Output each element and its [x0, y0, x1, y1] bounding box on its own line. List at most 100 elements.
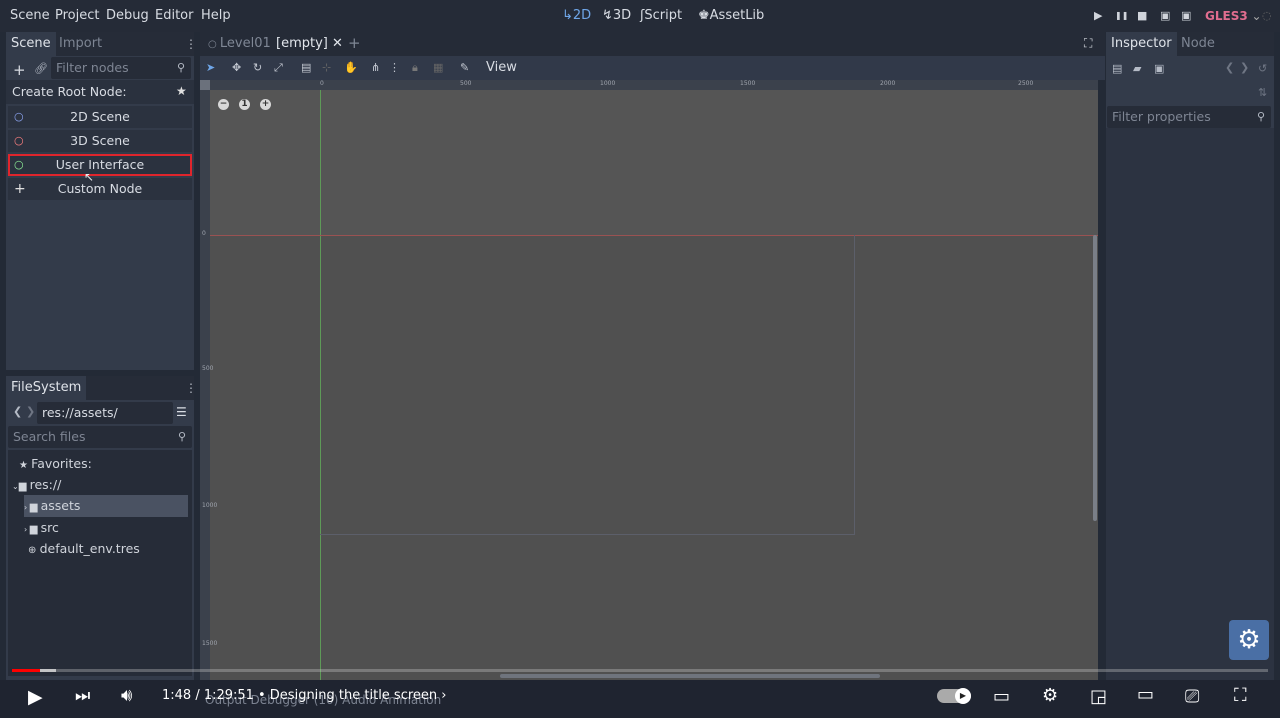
filter-nodes-input[interactable]: Filter nodes ⚲: [51, 57, 191, 79]
volume-icon[interactable]: 🔊︎: [121, 685, 132, 706]
link-icon[interactable]: 🔗︎: [34, 62, 48, 75]
rotate-tool-icon[interactable]: ↻: [253, 61, 262, 74]
zoom-in-icon[interactable]: +: [260, 99, 271, 110]
menu-help[interactable]: Help: [201, 8, 231, 23]
history-back-icon[interactable]: ❮: [1225, 61, 1234, 74]
open-folder-icon[interactable]: ▰: [1133, 62, 1141, 75]
scene-dock: Scene Import ⋮ + 🔗︎ Filter nodes ⚲ Creat…: [6, 32, 197, 370]
new-resource-icon[interactable]: ▤: [1112, 62, 1122, 75]
menu-project[interactable]: Project: [55, 8, 99, 23]
close-icon[interactable]: ✕: [332, 36, 343, 51]
autoplay-toggle[interactable]: ▶: [937, 688, 971, 704]
play-icon[interactable]: ▶: [1094, 9, 1102, 22]
history-forward-icon[interactable]: ❯: [1240, 61, 1249, 74]
list-tool-icon[interactable]: ▤: [301, 61, 311, 74]
distraction-free-icon[interactable]: ⛶: [1084, 36, 1092, 51]
new-tab-plus-icon[interactable]: +: [348, 34, 361, 52]
subtitles-icon[interactable]: ▭: [993, 686, 1010, 707]
group-icon[interactable]: ▦: [433, 61, 443, 74]
move-tool-icon[interactable]: ✥: [232, 61, 241, 74]
theater-mode-icon[interactable]: ▭: [1137, 684, 1154, 705]
canvas-viewport[interactable]: 0 500 1000 1500 2000 2500 0 500 1000 150…: [200, 80, 1098, 680]
scale-tool-icon[interactable]: ⤢: [274, 61, 283, 75]
workspace-3d[interactable]: ↯3D: [602, 8, 631, 23]
tab-filesystem[interactable]: FileSystem: [6, 376, 87, 400]
miniplayer-icon[interactable]: ◲: [1090, 686, 1107, 707]
res-root-item[interactable]: ⌄▆ res://: [12, 477, 61, 492]
vertical-ruler: 0 500 1000 1500: [200, 80, 217, 680]
default-env-item[interactable]: ⊕ default_env.tres: [28, 541, 140, 556]
tab-empty[interactable]: [empty] ✕: [276, 36, 343, 51]
viewport-rect: [320, 235, 855, 535]
tab-level01[interactable]: ○ Level01: [208, 36, 271, 51]
pivot-tool-icon[interactable]: ⊹: [322, 61, 331, 74]
lock-icon[interactable]: 🔒︎: [412, 61, 418, 75]
history-icon[interactable]: ↺: [1258, 62, 1267, 75]
chapter-title[interactable]: • Designing the title screen ›: [258, 688, 446, 703]
view-menu[interactable]: View: [486, 60, 517, 75]
bone-tool-icon[interactable]: ✎: [460, 61, 469, 74]
src-folder-item[interactable]: › ▆ src: [24, 520, 59, 535]
menu-editor[interactable]: Editor: [155, 8, 193, 23]
add-node-icon[interactable]: +: [13, 61, 26, 79]
cast-icon[interactable]: ⎚: [1185, 686, 1199, 707]
workspace-2d[interactable]: ↳2D: [562, 8, 591, 23]
back-arrow-icon[interactable]: ❮: [13, 405, 22, 418]
assets-folder-item[interactable]: › ▆ assets: [24, 495, 188, 517]
search-files-input[interactable]: Search files ⚲: [8, 426, 192, 448]
create-root-node-label: Create Root Node:: [12, 84, 127, 99]
star-icon: ★: [19, 460, 32, 471]
renderer-select[interactable]: GLES3 ⌄: [1205, 9, 1262, 23]
play-icon: ▶: [955, 688, 971, 704]
forward-arrow-icon[interactable]: ❯: [26, 405, 35, 418]
vertical-scrollbar[interactable]: [1093, 235, 1097, 521]
pan-tool-icon[interactable]: ✋: [344, 61, 358, 74]
next-icon[interactable]: ⏭︎: [75, 686, 90, 706]
root-custom-node-button[interactable]: + Custom Node: [8, 178, 192, 200]
circle-icon: ○: [14, 110, 24, 123]
root-user-interface-button[interactable]: ○ User Interface: [8, 154, 192, 176]
tab-import[interactable]: Import: [54, 32, 107, 56]
save-icon[interactable]: ▣: [1154, 62, 1164, 75]
workspace-script[interactable]: ʃScript: [640, 8, 682, 23]
menu-scene[interactable]: Scene: [10, 8, 50, 23]
video-time: 1:48 / 1:29:51: [162, 688, 254, 703]
filter-properties-input[interactable]: Filter properties ⚲: [1107, 106, 1271, 128]
2d-icon: ↳: [562, 8, 573, 23]
horizontal-scrollbar[interactable]: [500, 674, 880, 678]
circle-icon: ○: [208, 39, 220, 50]
play-scene-icon[interactable]: ▣: [1160, 9, 1170, 22]
split-mode-icon[interactable]: ☰: [176, 405, 187, 419]
snap-toggle-icon[interactable]: ⋔: [371, 61, 380, 74]
zoom-reset-icon[interactable]: 1: [239, 99, 250, 110]
root-2d-scene-button[interactable]: ○ 2D Scene: [8, 106, 192, 128]
snap-options-icon[interactable]: ⋮: [389, 61, 400, 74]
menu-debug[interactable]: Debug: [106, 8, 149, 23]
sort-icon[interactable]: ⇅: [1258, 86, 1267, 99]
favorites-item[interactable]: ★ Favorites:: [19, 456, 92, 471]
play-icon[interactable]: ▶: [28, 686, 43, 708]
fullscreen-icon[interactable]: ⛶: [1234, 685, 1247, 706]
root-3d-scene-button[interactable]: ○ 3D Scene: [8, 130, 192, 152]
video-progress-bar[interactable]: [12, 669, 1268, 672]
plus-icon: +: [14, 181, 26, 197]
globe-icon: ⊕: [28, 545, 40, 556]
path-field[interactable]: res://assets/: [37, 402, 173, 424]
favorites-star-icon[interactable]: ★: [176, 84, 187, 98]
tab-inspector[interactable]: Inspector: [1106, 32, 1177, 56]
update-spinner-icon: ◌: [1262, 9, 1272, 22]
stop-icon[interactable]: ■: [1137, 9, 1147, 22]
play-custom-scene-icon[interactable]: ▣: [1181, 9, 1191, 22]
kebab-menu-icon[interactable]: ⋮: [185, 37, 197, 51]
pause-icon[interactable]: ❚❚: [1115, 11, 1128, 20]
zoom-out-icon[interactable]: −: [218, 99, 229, 110]
tab-scene[interactable]: Scene: [6, 32, 56, 56]
settings-gear-icon[interactable]: ⚙: [1042, 685, 1058, 706]
select-tool-icon[interactable]: ➤: [206, 61, 215, 74]
filesystem-dock: FileSystem ⋮ ❮ ❯ res://assets/ ☰ Search …: [6, 376, 197, 680]
tab-node[interactable]: Node: [1176, 32, 1220, 56]
chevron-down-icon: ⌄: [1247, 9, 1262, 23]
top-menu-bar: Scene Project Debug Editor Help ↳2D ↯3D …: [0, 0, 1280, 32]
kebab-menu-icon[interactable]: ⋮: [185, 381, 197, 395]
workspace-assetlib[interactable]: ♚AssetLib: [698, 8, 764, 23]
